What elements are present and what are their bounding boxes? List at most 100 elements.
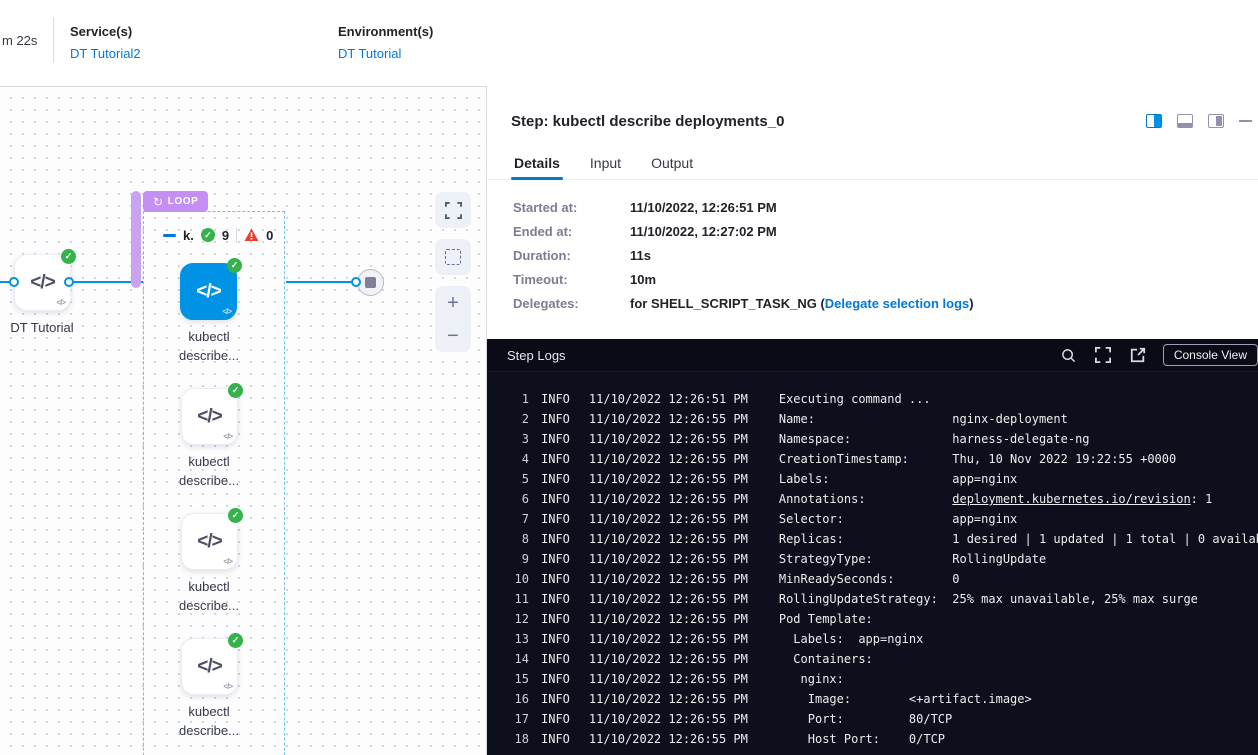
log-level: INFO xyxy=(541,392,570,406)
code-mini-icon: </> xyxy=(222,307,231,316)
node-label-line: kubectl xyxy=(154,452,264,471)
log-lines[interactable]: 1INFO11/10/2022 12:26:51 PMExecuting com… xyxy=(487,372,1258,755)
log-link[interactable]: deployment.kubernetes.io/revision xyxy=(952,492,1190,506)
details-list: Started at:11/10/2022, 12:26:51 PMEnded … xyxy=(487,180,1258,311)
node-kubectl-describe[interactable]: </></>✓ xyxy=(181,513,238,570)
log-line: 7INFO11/10/2022 12:26:55 PMSelector: app… xyxy=(487,509,1258,529)
zoom-out-button[interactable]: − xyxy=(435,319,471,352)
log-level: INFO xyxy=(541,492,570,506)
layout-split-icon[interactable] xyxy=(1146,114,1162,128)
logs-toolbar xyxy=(1061,347,1146,363)
environment-link[interactable]: DT Tutorial xyxy=(338,46,433,61)
log-line-number: 11 xyxy=(501,592,529,606)
fit-view-button[interactable] xyxy=(435,192,471,228)
open-in-new-button[interactable] xyxy=(1130,347,1146,363)
log-level: INFO xyxy=(541,552,570,566)
service-label: Service(s) xyxy=(70,24,141,39)
log-line: 9INFO11/10/2022 12:26:55 PMStrategyType:… xyxy=(487,549,1258,569)
log-line: 8INFO11/10/2022 12:26:55 PMReplicas: 1 d… xyxy=(487,529,1258,549)
node-dt-tutorial[interactable]: </> </> ✓ xyxy=(14,254,71,311)
log-message: Namespace: harness-delegate-ng xyxy=(779,432,1090,446)
node-label-line: describe... xyxy=(154,596,264,615)
log-timestamp: 11/10/2022 12:26:55 PM xyxy=(589,552,748,566)
node-kubectl-describe[interactable]: </></>✓ xyxy=(180,263,237,320)
code-mini-icon: </> xyxy=(223,682,232,691)
log-line-number: 12 xyxy=(501,612,529,626)
log-line-number: 3 xyxy=(501,432,529,446)
stop-node[interactable] xyxy=(357,269,384,296)
tab-output[interactable]: Output xyxy=(648,146,696,179)
loop-badge[interactable]: ↻ LOOP xyxy=(143,191,208,212)
detail-value: 11s xyxy=(630,248,651,263)
log-level: INFO xyxy=(541,512,570,526)
connector-dot[interactable] xyxy=(351,277,361,287)
service-link[interactable]: DT Tutorial2 xyxy=(70,46,141,61)
log-message: Labels: app=nginx xyxy=(779,632,924,646)
log-message: Containers: xyxy=(779,652,873,666)
layout-bottom-icon[interactable] xyxy=(1177,114,1193,128)
log-message: Image: <+artifact.image> xyxy=(779,692,1032,706)
log-timestamp: 11/10/2022 12:26:51 PM xyxy=(589,392,748,406)
tab-details[interactable]: Details xyxy=(511,146,563,179)
detail-row: Started at:11/10/2022, 12:26:51 PM xyxy=(513,200,1258,215)
service-block: Service(s) DT Tutorial2 xyxy=(70,24,141,61)
code-icon: </> xyxy=(197,406,221,428)
warning-triangle-icon xyxy=(244,228,259,242)
console-view-button[interactable]: Console View xyxy=(1163,344,1258,366)
node-label-line: describe... xyxy=(154,721,264,740)
detail-value: 11/10/2022, 12:27:02 PM xyxy=(630,224,777,239)
zoom-controls: + − xyxy=(435,286,471,352)
log-timestamp: 11/10/2022 12:26:55 PM xyxy=(589,712,748,726)
log-message: Name: nginx-deployment xyxy=(779,412,1068,426)
node-label: kubectldescribe... xyxy=(154,452,264,490)
success-check-icon: ✓ xyxy=(228,633,243,648)
log-level: INFO xyxy=(541,692,570,706)
log-timestamp: 11/10/2022 12:26:55 PM xyxy=(589,592,748,606)
connector-dot[interactable] xyxy=(9,277,19,287)
zoom-in-button[interactable]: + xyxy=(435,286,471,319)
panel-header: Step: kubectl describe deployments_0 xyxy=(487,86,1258,134)
panel-title: Step: kubectl describe deployments_0 xyxy=(511,113,1146,130)
log-message: CreationTimestamp: Thu, 10 Nov 2022 19:2… xyxy=(779,452,1176,466)
loop-status-header: k. ✓ 9 0 xyxy=(163,226,273,244)
status-separator xyxy=(236,228,237,243)
code-mini-icon: </> xyxy=(223,557,232,566)
log-line: 4INFO11/10/2022 12:26:55 PMCreationTimes… xyxy=(487,449,1258,469)
log-level: INFO xyxy=(541,472,570,486)
node-kubectl-describe[interactable]: </></>✓ xyxy=(181,388,238,445)
log-message: nginx: xyxy=(779,672,844,686)
detail-row: Timeout:10m xyxy=(513,272,1258,287)
step-logs-header: Step Logs xyxy=(487,339,1258,372)
layout-right-icon[interactable] xyxy=(1208,114,1224,128)
log-timestamp: 11/10/2022 12:26:55 PM xyxy=(589,692,748,706)
node-label-line: kubectl xyxy=(154,327,264,346)
search-button[interactable] xyxy=(1061,348,1076,363)
log-timestamp: 11/10/2022 12:26:55 PM xyxy=(589,672,748,686)
log-line: 14INFO11/10/2022 12:26:55 PM Containers: xyxy=(487,649,1258,669)
minimize-icon[interactable] xyxy=(1239,120,1252,122)
panel-tabs: Details Input Output xyxy=(487,146,1258,180)
success-check-icon: ✓ xyxy=(228,508,243,523)
log-line: 2INFO11/10/2022 12:26:55 PMName: nginx-d… xyxy=(487,409,1258,429)
fullscreen-button[interactable] xyxy=(1095,347,1111,363)
canvas-controls: + − xyxy=(435,192,471,352)
node-label-line: kubectl xyxy=(154,577,264,596)
detail-label: Timeout: xyxy=(513,272,630,287)
node-kubectl-describe[interactable]: </></>✓ xyxy=(181,638,238,695)
log-line: 5INFO11/10/2022 12:26:55 PMLabels: app=n… xyxy=(487,469,1258,489)
collapse-icon[interactable] xyxy=(163,234,176,237)
delegate-selection-logs-link[interactable]: Delegate selection logs xyxy=(825,296,970,311)
success-check-icon: ✓ xyxy=(61,249,76,264)
node-label: kubectldescribe... xyxy=(154,577,264,615)
log-line-number: 8 xyxy=(501,532,529,546)
marquee-select-button[interactable] xyxy=(435,239,471,275)
tab-input[interactable]: Input xyxy=(587,146,624,179)
pipeline-canvas[interactable]: ↻ LOOP k. ✓ 9 0 </> </> ✓ DT Tutorial </… xyxy=(0,86,486,755)
node-label-line: describe... xyxy=(154,471,264,490)
topbar-divider xyxy=(53,17,54,63)
log-line: 6INFO11/10/2022 12:26:55 PMAnnotations: … xyxy=(487,489,1258,509)
fit-view-icon xyxy=(445,202,462,219)
log-line: 1INFO11/10/2022 12:26:51 PMExecuting com… xyxy=(487,389,1258,409)
connector-dot[interactable] xyxy=(64,277,74,287)
log-timestamp: 11/10/2022 12:26:55 PM xyxy=(589,492,748,506)
